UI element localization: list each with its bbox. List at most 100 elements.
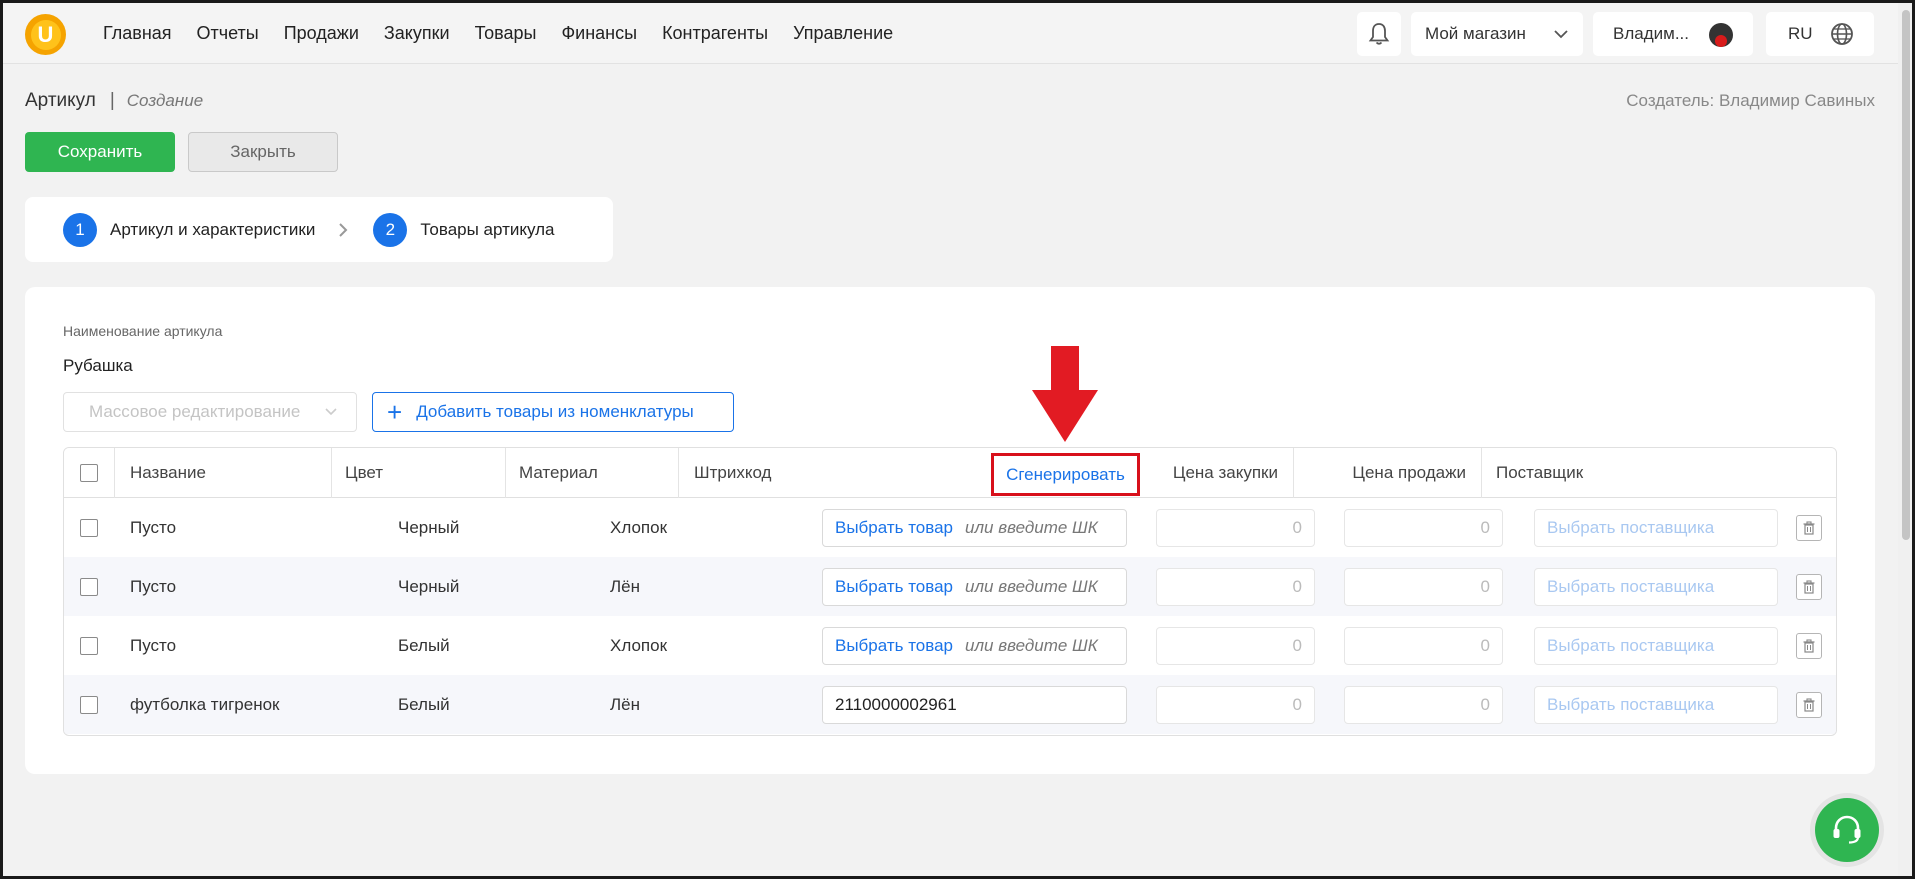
delete-row-button[interactable] <box>1796 633 1822 659</box>
purchase-price-input[interactable]: 0 <box>1156 686 1315 724</box>
store-name: Мой магазин <box>1425 24 1526 43</box>
pick-product-link[interactable]: Выбрать товар <box>835 636 953 656</box>
header-material[interactable]: Материал <box>506 448 679 498</box>
row-checkbox[interactable] <box>80 577 98 596</box>
nav-item-sales[interactable]: Продажи <box>284 23 359 44</box>
avatar <box>1709 23 1733 47</box>
sale-price-input[interactable]: 0 <box>1344 509 1503 547</box>
nav-item-counterparties[interactable]: Контрагенты <box>662 23 768 44</box>
supplier-select[interactable]: Выбрать поставщика <box>1534 568 1778 606</box>
purchase-price-input[interactable]: 0 <box>1156 568 1315 606</box>
row-material: Лён <box>610 576 640 596</box>
header-purchase-price[interactable]: Цена закупки <box>1144 448 1294 498</box>
plus-icon: + <box>387 397 403 427</box>
trash-icon <box>1803 639 1815 653</box>
article-name-value: Рубашка <box>63 356 133 375</box>
select-all-checkbox[interactable] <box>80 464 98 482</box>
chevron-right-icon <box>339 222 348 237</box>
bell-icon <box>1368 23 1390 45</box>
add-from-catalog-button[interactable]: + Добавить товары из номенклатуры <box>372 392 734 432</box>
nav-item-home[interactable]: Главная <box>103 23 172 44</box>
row-material: Лён <box>610 694 640 714</box>
nav-item-finance[interactable]: Финансы <box>561 23 637 44</box>
language-selector[interactable]: RU <box>1766 12 1874 56</box>
article-name-caption: Наименование артикула <box>63 323 223 339</box>
barcode-field[interactable]: Выбрать товар или введите ШК <box>822 509 1127 547</box>
breadcrumb: Артикул | Создание <box>25 90 203 112</box>
logo-letter: U <box>30 19 61 50</box>
nav-item-purchases[interactable]: Закупки <box>384 23 450 44</box>
row-name: футболка тигренок <box>130 694 280 714</box>
step-1-label[interactable]: Артикул и характеристики <box>110 220 315 240</box>
row-name: Пусто <box>130 576 177 596</box>
row-material: Хлопок <box>610 517 668 537</box>
language-code: RU <box>1788 24 1813 43</box>
trash-icon <box>1803 580 1815 594</box>
pick-product-link[interactable]: Выбрать товар <box>835 518 953 538</box>
breadcrumb-separator: | <box>109 90 115 111</box>
nav-item-products[interactable]: Товары <box>475 23 537 44</box>
header-sale-price[interactable]: Цена продажи <box>1294 448 1482 498</box>
user-name: Владим... <box>1613 24 1689 43</box>
trash-icon <box>1803 521 1815 535</box>
globe-icon <box>1831 23 1853 45</box>
step-2-number: 2 <box>373 212 408 247</box>
scrollbar-thumb[interactable] <box>1902 10 1910 540</box>
row-color: Черный <box>398 517 460 537</box>
supplier-select[interactable]: Выбрать поставщика <box>1534 627 1778 665</box>
step-1-number: 1 <box>63 212 97 247</box>
table-row: футболка тигренок Белый Лён 211000000296… <box>64 675 1836 734</box>
supplier-select[interactable]: Выбрать поставщика <box>1534 686 1778 724</box>
header-select-cell <box>64 448 115 498</box>
row-checkbox[interactable] <box>80 695 98 714</box>
header-barcode: Штрихкод <box>694 463 772 482</box>
row-color: Белый <box>398 635 450 655</box>
barcode-field[interactable]: Выбрать товар или введите ШК <box>822 568 1127 606</box>
header-color[interactable]: Цвет <box>332 448 506 498</box>
barcode-input[interactable]: 2110000002961 <box>822 686 1127 724</box>
table-header: Название Цвет Материал Штрихкод Сгенерир… <box>64 448 1836 498</box>
nav-item-reports[interactable]: Отчеты <box>197 23 259 44</box>
save-button[interactable]: Сохранить <box>25 132 175 172</box>
header-supplier[interactable]: Поставщик <box>1482 448 1782 498</box>
add-from-catalog-label: Добавить товары из номенклатуры <box>416 402 694 421</box>
table-row: Пусто Черный Лён Выбрать товар или введи… <box>64 557 1836 616</box>
notifications-button[interactable] <box>1357 12 1401 56</box>
supplier-select[interactable]: Выбрать поставщика <box>1534 509 1778 547</box>
bulk-edit-label: Массовое редактирование <box>89 402 301 421</box>
row-material: Хлопок <box>610 635 668 655</box>
generate-barcode-link[interactable]: Сгенерировать <box>991 453 1140 496</box>
row-checkbox-cell <box>80 498 98 557</box>
sale-price-input[interactable]: 0 <box>1344 686 1503 724</box>
purchase-price-input[interactable]: 0 <box>1156 627 1315 665</box>
logo[interactable]: U <box>25 14 66 55</box>
barcode-hint: или введите ШК <box>965 577 1098 596</box>
delete-row-button[interactable] <box>1796 692 1822 718</box>
row-checkbox[interactable] <box>80 518 98 537</box>
store-selector[interactable]: Мой магазин <box>1411 12 1583 56</box>
close-button[interactable]: Закрыть <box>188 132 338 172</box>
table-row: Пусто Черный Хлопок Выбрать товар или вв… <box>64 498 1836 557</box>
top-bar: U Главная Отчеты Продажи Закупки Товары … <box>3 3 1898 64</box>
row-color: Черный <box>398 576 460 596</box>
header-name[interactable]: Название <box>115 448 332 498</box>
pick-product-link[interactable]: Выбрать товар <box>835 577 953 597</box>
annotation-arrow-icon <box>1032 346 1098 442</box>
chevron-down-icon <box>325 408 337 416</box>
row-checkbox[interactable] <box>80 636 98 655</box>
delete-row-button[interactable] <box>1796 515 1822 541</box>
barcode-hint: или введите ШК <box>965 518 1098 537</box>
nav-item-management[interactable]: Управление <box>793 23 893 44</box>
barcode-value: 2110000002961 <box>835 695 957 714</box>
row-checkbox-cell <box>80 557 98 616</box>
sale-price-input[interactable]: 0 <box>1344 627 1503 665</box>
row-checkbox-cell <box>80 675 98 734</box>
barcode-field[interactable]: Выбрать товар или введите ШК <box>822 627 1127 665</box>
step-2-label[interactable]: Товары артикула <box>420 220 554 240</box>
purchase-price-input[interactable]: 0 <box>1156 509 1315 547</box>
support-chat-button[interactable] <box>1815 798 1879 862</box>
trash-icon <box>1803 698 1815 712</box>
user-menu[interactable]: Владим... <box>1593 12 1753 56</box>
sale-price-input[interactable]: 0 <box>1344 568 1503 606</box>
delete-row-button[interactable] <box>1796 574 1822 600</box>
